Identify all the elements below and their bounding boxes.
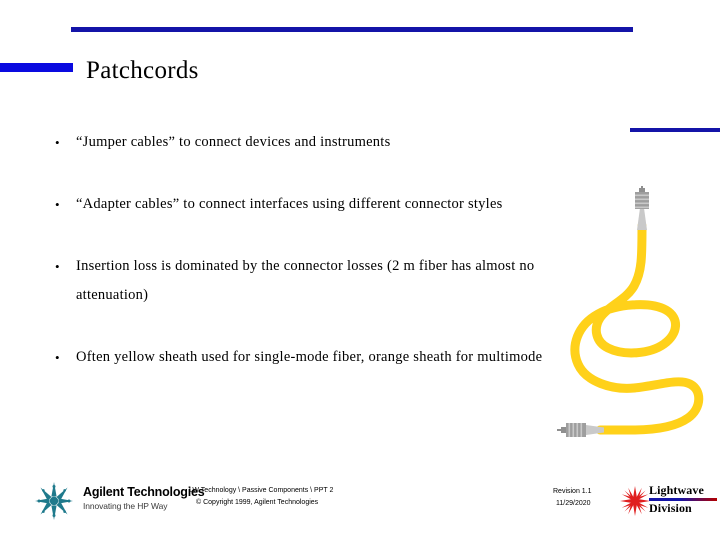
slide-canvas: Patchcords • “Jumper cables” to connect … [0,0,720,540]
title-top-rule [71,27,633,32]
list-item: • Insertion loss is dominated by the con… [48,252,548,310]
cable-sheath-path [570,221,704,435]
list-item-text: “Adapter cables” to connect interfaces u… [76,196,503,212]
list-item-text: Often yellow sheath used for single-mode… [76,349,543,365]
list-item: • “Adapter cables” to connect interfaces… [48,190,548,219]
bullet-marker-icon: • [55,259,60,274]
lightwave-wordmark: Lightwave Division [649,484,719,515]
document-path-label: LW Technology \ Passive Components \ PPT… [189,487,334,494]
connector-top [635,186,649,230]
agilent-starburst-icon [28,480,80,522]
revision-label: Revision 1.1 [553,488,592,495]
agilent-wordmark: Agilent Technologies [83,485,205,499]
connector-ferrule-icon [557,429,561,431]
bullet-marker-icon: • [55,135,60,150]
lightwave-starburst-icon [620,486,650,516]
list-item: • Often yellow sheath used for single-mo… [48,343,548,372]
connector-bottom [557,423,604,437]
connector-shoulder-icon [561,427,566,433]
connector-boot-icon [637,208,647,230]
bullet-list: • “Jumper cables” to connect devices and… [48,128,548,372]
fiber-patchcord-illustration [538,186,720,476]
bullet-marker-icon: • [55,197,60,212]
lightwave-divider-bar [649,498,717,501]
page-title: Patchcords [86,57,199,84]
lightwave-division-logo: Lightwave Division [620,484,718,518]
agilent-tagline: Innovating the HP Way [83,501,168,511]
list-item-text: “Jumper cables” to connect devices and i… [76,134,391,150]
right-edge-accent-bar [630,128,720,132]
revision-date-label: 11/29/2020 [556,500,591,507]
list-item-text: Insertion loss is dominated by the conne… [76,258,535,303]
connector-ferrule-icon [641,186,643,189]
copyright-label: © Copyright 1999, Agilent Technologies [196,499,319,506]
bullet-marker-icon: • [55,350,60,365]
lightwave-line1: Lightwave [649,483,704,497]
lightwave-line2: Division [649,500,692,515]
list-item: • “Jumper cables” to connect devices and… [48,128,548,157]
title-left-accent-bar [0,63,73,72]
